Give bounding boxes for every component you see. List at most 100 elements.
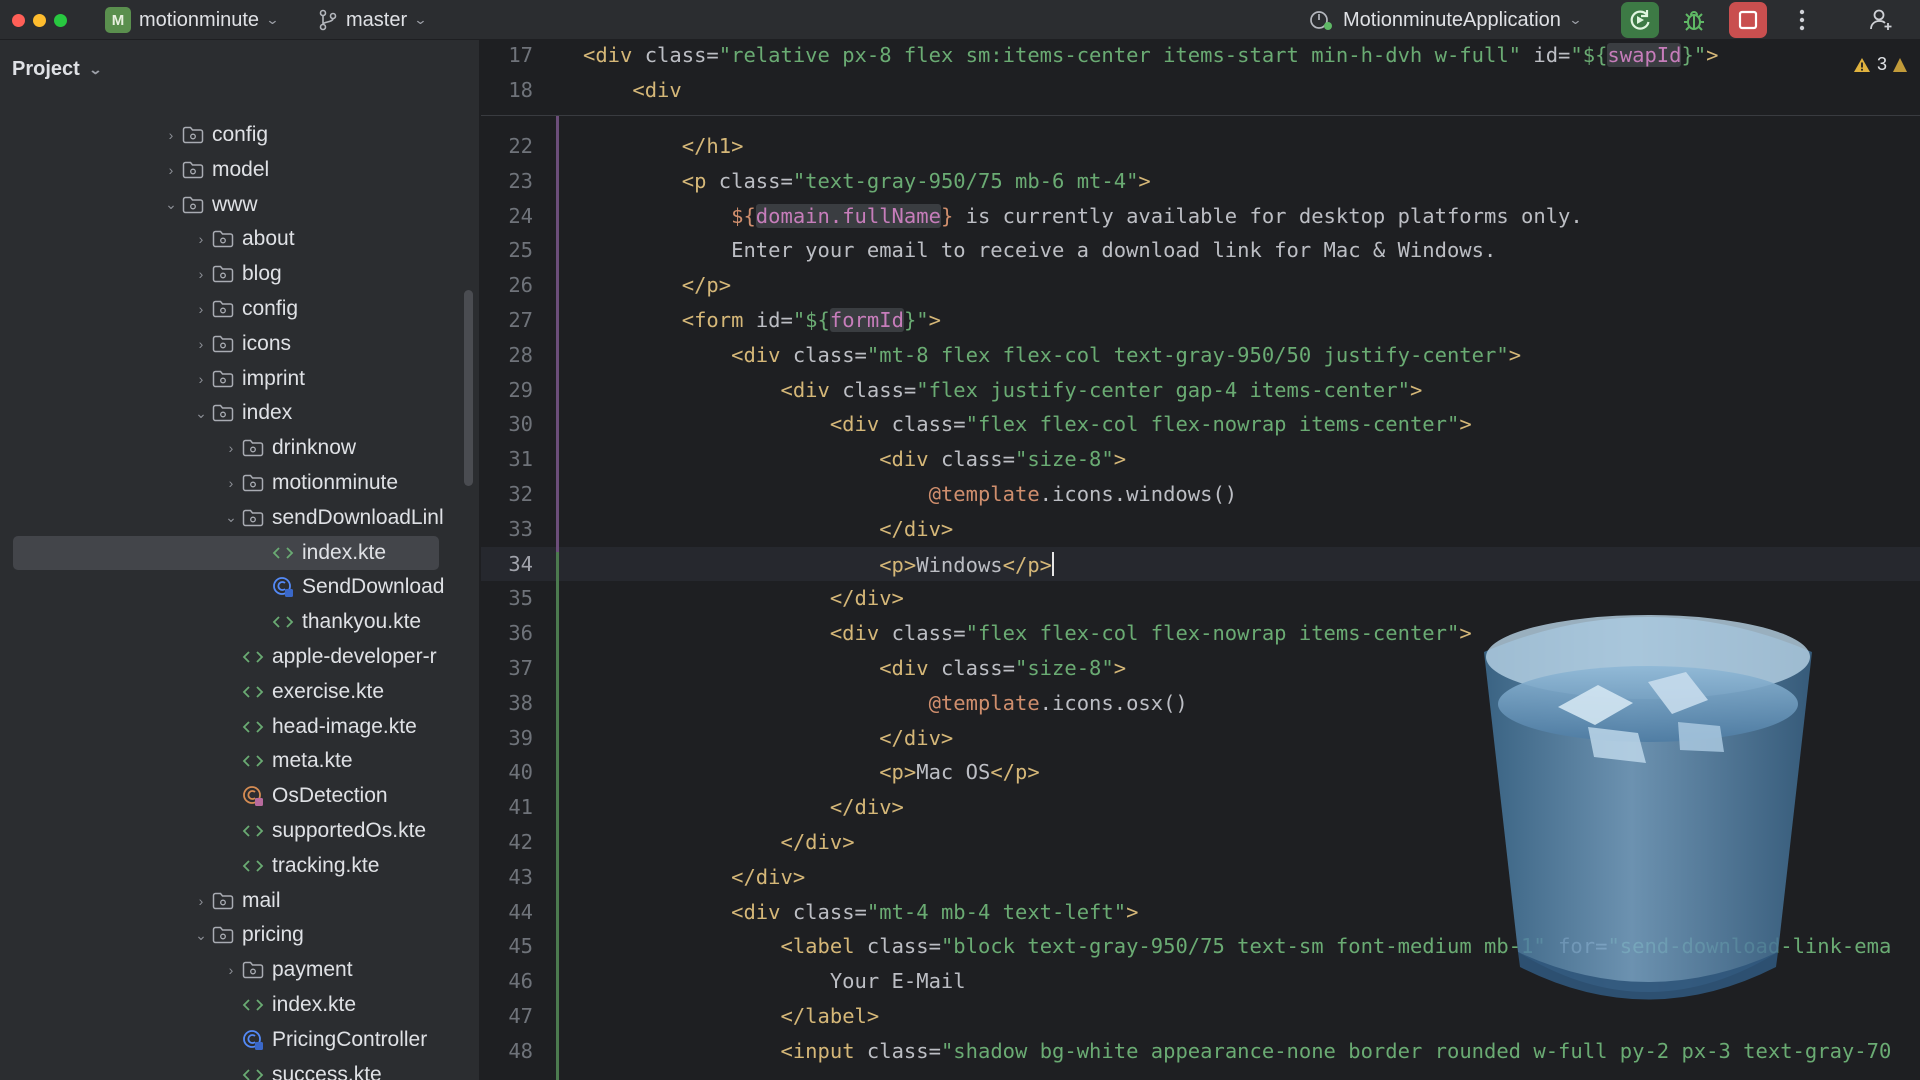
chevron-down-icon[interactable]: ⌄ xyxy=(220,509,242,526)
tree-file[interactable]: exercise.kte xyxy=(0,675,470,709)
chevron-right-icon[interactable]: › xyxy=(190,301,212,317)
code-line[interactable]: <div class="flex flex-col flex-nowrap it… xyxy=(583,412,1472,436)
tree-folder[interactable]: › model xyxy=(0,153,470,187)
code-token: > xyxy=(1409,377,1423,402)
tree-folder[interactable]: › motionminute xyxy=(0,466,470,500)
branch-switcher[interactable]: master ⌄ xyxy=(318,6,428,34)
window-zoom-button[interactable] xyxy=(54,14,67,27)
sticky-code-line[interactable]: <div xyxy=(583,78,681,102)
code-line[interactable]: </p> xyxy=(583,273,731,297)
tree-file[interactable]: meta.kte xyxy=(0,744,470,778)
debug-button[interactable] xyxy=(1675,2,1713,38)
chevron-right-icon[interactable]: › xyxy=(190,893,212,909)
tree-item-label: about xyxy=(242,227,295,251)
code-line[interactable]: <input class="shadow bg-white appearance… xyxy=(583,1039,1891,1063)
chevron-right-icon[interactable]: › xyxy=(190,231,212,247)
code-token: "mt-4 mb-4 text-left" xyxy=(866,899,1127,924)
tree-folder[interactable]: › imprint xyxy=(0,362,470,396)
chevron-right-icon[interactable]: › xyxy=(190,371,212,387)
code-line[interactable]: @template.icons.windows() xyxy=(583,482,1238,506)
tree-folder[interactable]: ⌄ pricing xyxy=(0,918,470,952)
chevron-down-icon[interactable]: ⌄ xyxy=(160,196,182,213)
tree-folder[interactable]: ⌄ index xyxy=(0,396,470,430)
chevron-right-icon[interactable]: › xyxy=(220,475,242,491)
tree-file[interactable]: OsDetection xyxy=(0,779,470,813)
tree-file[interactable]: success.kte xyxy=(0,1058,470,1080)
chevron-right-icon[interactable]: › xyxy=(220,440,242,456)
tree-file[interactable]: PricingController xyxy=(0,1023,470,1057)
code-line[interactable]: <form id="${formId}"> xyxy=(583,308,941,332)
more-actions-button[interactable] xyxy=(1783,2,1821,38)
code-line[interactable]: </h1> xyxy=(583,134,744,158)
tree-file[interactable]: index.kte xyxy=(0,988,470,1022)
tree-folder[interactable]: › mail xyxy=(0,884,470,918)
code-line[interactable]: <p>Windows</p> xyxy=(583,551,1055,577)
code-line[interactable]: </div> xyxy=(583,830,854,854)
window-minimize-button[interactable] xyxy=(33,14,46,27)
tree-folder[interactable]: › icons xyxy=(0,327,470,361)
chevron-right-icon[interactable]: › xyxy=(190,266,212,282)
tree-folder[interactable]: › blog xyxy=(0,257,470,291)
code-line[interactable]: <div class="flex justify-center gap-4 it… xyxy=(583,378,1422,402)
chevron-right-icon[interactable]: › xyxy=(220,962,242,978)
chevron-down-icon[interactable]: ⌄ xyxy=(190,927,212,944)
sticky-code-line[interactable]: <div class="relative px-8 flex sm:items-… xyxy=(583,43,1719,67)
project-switcher[interactable]: M motionminute ⌄ xyxy=(105,6,280,34)
tree-folder[interactable]: › config xyxy=(0,118,470,152)
chevron-right-icon[interactable]: › xyxy=(190,336,212,352)
stop-button[interactable] xyxy=(1729,2,1767,38)
rerun-button[interactable] xyxy=(1621,2,1659,38)
tree-folder[interactable]: ⌄ www xyxy=(0,188,470,222)
chevron-right-icon[interactable]: › xyxy=(160,127,182,143)
tree-file[interactable]: thankyou.kte xyxy=(0,605,470,639)
code-token: .icons.windows() xyxy=(1039,482,1238,506)
sidebar-scrollbar[interactable] xyxy=(464,290,473,486)
code-line[interactable]: ${domain.fullName} is currently availabl… xyxy=(583,203,1583,228)
tree-file[interactable]: apple-developer-r xyxy=(0,640,470,674)
code-line[interactable]: </label> xyxy=(583,1004,879,1028)
tree-folder[interactable]: › drinknow xyxy=(0,431,470,465)
line-number: 18 xyxy=(508,77,533,102)
vcs-modified-marker[interactable] xyxy=(556,116,559,552)
code-line[interactable]: <p class="text-gray-950/75 mb-6 mt-4"> xyxy=(583,169,1151,193)
line-number: 35 xyxy=(508,586,533,611)
code-line[interactable]: Your E-Mail xyxy=(583,969,966,993)
line-number: 34 xyxy=(508,551,533,576)
code-line[interactable]: </div> xyxy=(583,517,953,541)
window-close-button[interactable] xyxy=(12,14,25,27)
chevron-down-icon[interactable]: ⌄ xyxy=(190,405,212,422)
line-number: 40 xyxy=(508,760,533,785)
tree-file[interactable]: index.kte xyxy=(13,535,439,570)
tree-folder[interactable]: › config xyxy=(0,292,470,326)
tree-file[interactable]: SendDownload xyxy=(0,570,470,604)
folder-icon xyxy=(212,265,242,283)
code-token: <div xyxy=(731,899,793,924)
inspection-widget[interactable]: 3 xyxy=(1853,54,1908,75)
code-line[interactable]: <div class="flex flex-col flex-nowrap it… xyxy=(583,621,1472,645)
code-token: > xyxy=(1459,621,1472,646)
tree-file[interactable]: supportedOs.kte xyxy=(0,814,470,848)
code-line[interactable]: </div> xyxy=(583,726,953,750)
code-line[interactable]: Enter your email to receive a download l… xyxy=(583,238,1496,262)
code-line[interactable]: </div> xyxy=(583,795,904,819)
code-with-me-button[interactable] xyxy=(1862,2,1900,38)
tree-file[interactable]: head-image.kte xyxy=(0,710,470,744)
tree-folder[interactable]: › about xyxy=(0,222,470,256)
project-view-selector[interactable]: Project ⌄ xyxy=(12,58,102,81)
code-line[interactable]: <div class="mt-8 flex flex-col text-gray… xyxy=(583,343,1521,367)
code-line[interactable]: </div> xyxy=(583,865,805,889)
chevron-right-icon[interactable]: › xyxy=(160,162,182,178)
code-line[interactable]: <div class="size-8"> xyxy=(583,656,1126,680)
line-number: 43 xyxy=(508,864,533,889)
code-line[interactable]: <div class="mt-4 mb-4 text-left"> xyxy=(583,900,1138,924)
code-line[interactable]: <div class="size-8"> xyxy=(583,447,1126,471)
run-configuration-selector[interactable]: MotionminuteApplication ⌄ xyxy=(1308,6,1582,34)
code-line[interactable]: @template.icons.osx() xyxy=(583,691,1188,715)
code-line[interactable]: <p>Mac OS</p> xyxy=(583,760,1039,784)
vcs-added-marker[interactable] xyxy=(556,551,559,1080)
kotlin-class-icon xyxy=(272,576,302,598)
tree-file[interactable]: tracking.kte xyxy=(0,849,470,883)
tree-folder[interactable]: › payment xyxy=(0,953,470,987)
tree-folder[interactable]: ⌄ sendDownloadLinl xyxy=(0,501,470,535)
code-line[interactable]: </div> xyxy=(583,586,904,610)
